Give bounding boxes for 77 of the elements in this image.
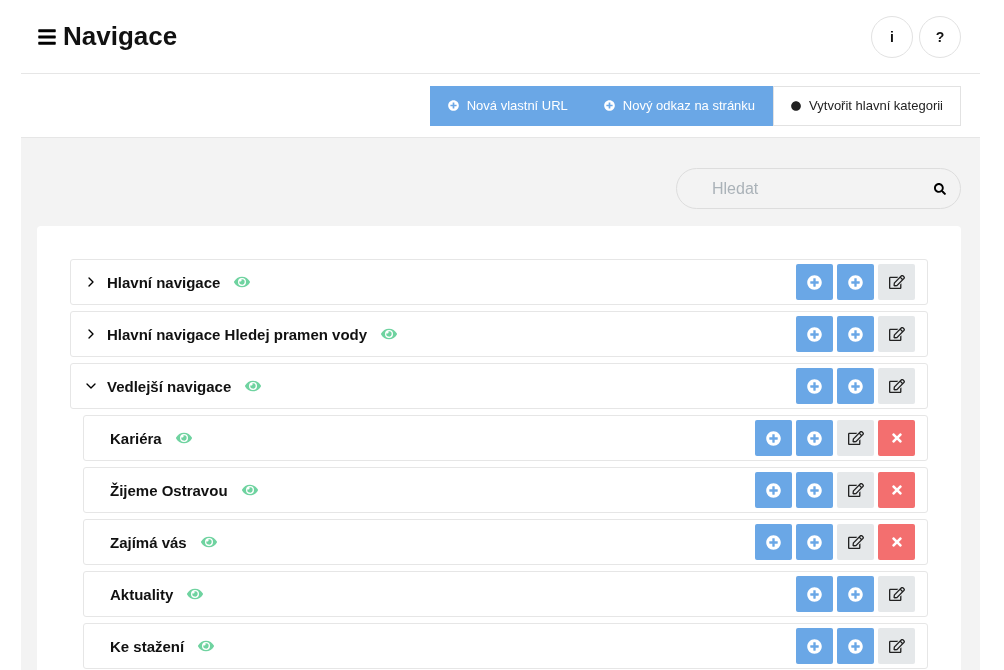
help-button[interactable]: i bbox=[871, 15, 913, 58]
plus-icon bbox=[603, 100, 615, 111]
toolbar-button[interactable]: Vytvořit hlavní kategorii bbox=[773, 85, 961, 126]
tree-row[interactable]: Žijeme Ostravou bbox=[83, 467, 928, 513]
tree-item-label: Kariéra bbox=[110, 429, 162, 447]
tree-item-label: Hlavní navigace Hledej pramen vody bbox=[107, 325, 368, 343]
edit-button[interactable] bbox=[878, 576, 915, 612]
add-button[interactable] bbox=[796, 368, 833, 404]
edit-icon bbox=[888, 586, 905, 602]
tree-item-label: Aktuality bbox=[110, 585, 174, 603]
plus-icon bbox=[766, 430, 781, 446]
edit-icon bbox=[847, 482, 864, 498]
search-field[interactable]: Hledat bbox=[676, 168, 961, 209]
tree-item-label: Zajímá vás bbox=[110, 533, 187, 551]
plus-icon bbox=[848, 326, 863, 342]
plus-icon bbox=[807, 482, 822, 498]
tree-row[interactable]: Ke stažení bbox=[83, 623, 928, 669]
edit-button[interactable] bbox=[837, 472, 874, 508]
search-input[interactable]: Hledat bbox=[710, 178, 934, 199]
plus-icon bbox=[807, 326, 822, 342]
plus-icon bbox=[766, 482, 781, 498]
edit-button[interactable] bbox=[878, 628, 915, 664]
plus-icon bbox=[848, 378, 863, 394]
add-button[interactable] bbox=[796, 628, 833, 664]
help-button[interactable]: ? bbox=[919, 15, 961, 58]
edit-icon bbox=[888, 638, 905, 654]
edit-icon bbox=[847, 534, 864, 550]
close-icon bbox=[889, 431, 904, 445]
add-button[interactable] bbox=[755, 420, 792, 456]
plus-icon bbox=[807, 430, 822, 446]
plus-icon bbox=[807, 586, 822, 602]
edit-button[interactable] bbox=[878, 264, 915, 300]
eye-icon[interactable] bbox=[187, 586, 204, 602]
tree-item-label: Žijeme Ostravou bbox=[110, 481, 228, 499]
plus-icon bbox=[807, 378, 822, 394]
eye-icon[interactable] bbox=[175, 430, 192, 446]
eye-icon[interactable] bbox=[234, 274, 251, 290]
tree-item-label: Vedlejší navigace bbox=[107, 377, 232, 395]
page-title: Navigace bbox=[63, 21, 178, 52]
add-button[interactable] bbox=[796, 316, 833, 352]
add-button[interactable] bbox=[755, 472, 792, 508]
edit-icon bbox=[888, 274, 905, 290]
close-icon bbox=[889, 535, 904, 549]
tree-item-label: Ke stažení bbox=[110, 637, 185, 655]
edit-icon bbox=[888, 326, 905, 342]
plus-icon bbox=[807, 638, 822, 654]
eye-icon[interactable] bbox=[245, 378, 262, 394]
edit-button[interactable] bbox=[878, 316, 915, 352]
tree-item-label: Hlavní navigace bbox=[107, 273, 221, 291]
close-icon bbox=[889, 483, 904, 497]
plus-icon bbox=[766, 534, 781, 550]
tree-row[interactable]: Vedlejší navigace bbox=[70, 363, 928, 409]
edit-icon bbox=[847, 430, 864, 446]
eye-icon[interactable] bbox=[198, 638, 215, 654]
tree-row[interactable]: Aktuality bbox=[83, 571, 928, 617]
eye-icon[interactable] bbox=[381, 326, 398, 342]
add-button[interactable] bbox=[796, 264, 833, 300]
tree-row[interactable]: Zajímá vás bbox=[83, 519, 928, 565]
tree-row[interactable]: Hlavní navigace bbox=[70, 259, 928, 305]
eye-icon[interactable] bbox=[200, 534, 217, 550]
tree-row[interactable]: Hlavní navigace Hledej pramen vody bbox=[70, 311, 928, 357]
plus-icon bbox=[848, 586, 863, 602]
search-icon[interactable] bbox=[934, 182, 946, 195]
menu-icon[interactable] bbox=[37, 26, 57, 47]
plus-icon bbox=[447, 100, 459, 111]
tree-row[interactable]: Kariéra bbox=[83, 415, 928, 461]
eye-icon[interactable] bbox=[241, 482, 258, 498]
plus-icon bbox=[848, 638, 863, 654]
plus-icon bbox=[807, 274, 822, 290]
add-button[interactable] bbox=[755, 524, 792, 560]
edit-button[interactable] bbox=[837, 420, 874, 456]
plus-icon bbox=[848, 274, 863, 290]
add-button[interactable] bbox=[796, 576, 833, 612]
edit-button[interactable] bbox=[878, 368, 915, 404]
edit-button[interactable] bbox=[837, 524, 874, 560]
plus-icon bbox=[807, 534, 822, 550]
edit-icon bbox=[888, 378, 905, 394]
